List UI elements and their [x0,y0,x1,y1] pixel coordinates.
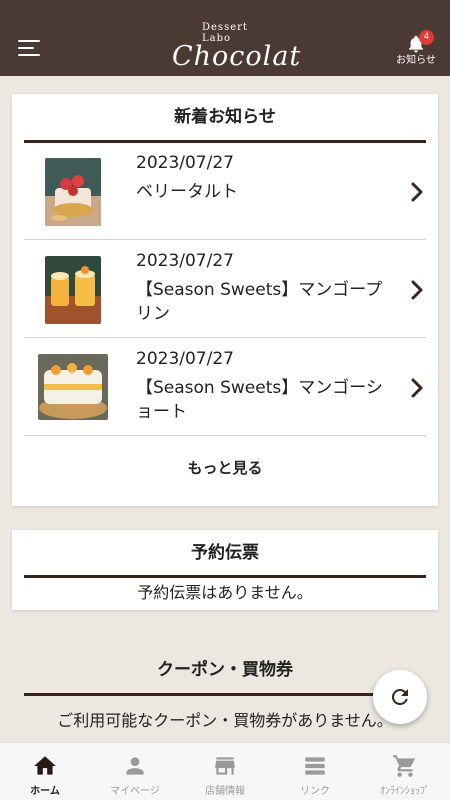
news-item[interactable]: 2023/07/27 【Season Sweets】マンゴープリン [24,240,426,338]
reservation-empty-message: 予約伝票はありません。 [137,583,313,602]
notifications-label: お知らせ [396,55,436,66]
news-card: 新着お知らせ 2023/07/27 ベリータルト 2023/07/27 【Sea… [12,94,438,506]
brand-logo[interactable]: Dessert Labo Chocolat [172,22,302,74]
chevron-right-icon [411,378,423,398]
notification-count-badge: 4 [419,30,434,45]
berry-tart-photo [45,158,101,226]
news-section-title: 新着お知らせ [174,107,276,127]
tab-label: 店舗情報 [205,786,245,797]
refresh-button[interactable] [373,670,427,724]
section-divider [24,575,426,578]
news-date: 2023/07/27 [136,349,234,369]
tab-label: マイページ [110,786,160,797]
reservation-card: 予約伝票 予約伝票はありません。 [12,530,438,610]
tab-label: ホーム [30,786,60,797]
app-header: Dessert Labo Chocolat 4 お知らせ [0,0,450,76]
tab-label: ｵﾝﾗｲﾝｼｮｯﾌﾟ [380,786,430,797]
tab-home[interactable]: ホーム [0,743,90,800]
mango-pudding-photo [45,256,101,324]
news-date: 2023/07/27 [136,153,234,173]
coupon-empty-message: ご利用可能なクーポン・買物券がありません。 [57,711,393,730]
tab-label: リンク [300,786,330,797]
store-icon [215,757,235,775]
logo-wordmark: Chocolat [172,41,302,72]
tab-mypage[interactable]: マイページ [90,743,180,800]
tab-store-info[interactable]: 店舗情報 [180,743,270,800]
news-title: ベリータルト [136,182,238,202]
news-date: 2023/07/27 [136,251,234,271]
bottom-tab-bar: ホーム マイページ 店舗情報 リンク ｵﾝﾗｲﾝｼｮｯﾌﾟ [0,742,450,800]
tab-links[interactable]: リンク [270,743,360,800]
list-icon [305,757,325,775]
notifications-button[interactable]: 4 お知らせ [394,30,438,70]
chevron-right-icon [411,280,423,300]
refresh-icon [391,689,408,705]
news-item[interactable]: 2023/07/27 ベリータルト [24,142,426,240]
coupon-section-title: クーポン・買物券 [157,660,293,680]
chevron-right-icon [411,182,423,202]
mango-shortcake-photo [38,354,108,420]
news-title: 【Season Sweets】マンゴーショート [136,378,383,422]
section-divider [24,693,426,696]
home-icon [34,756,56,775]
person-icon [126,757,144,775]
news-item[interactable]: 2023/07/27 【Season Sweets】マンゴーショート [24,338,426,436]
more-news-link[interactable]: もっと見る [12,457,438,479]
tab-online-shop[interactable]: ｵﾝﾗｲﾝｼｮｯﾌﾟ [360,743,450,800]
cart-icon [393,755,416,777]
menu-icon[interactable] [18,40,40,58]
news-title: 【Season Sweets】マンゴープリン [136,280,383,324]
reservation-section-title: 予約伝票 [191,543,259,563]
